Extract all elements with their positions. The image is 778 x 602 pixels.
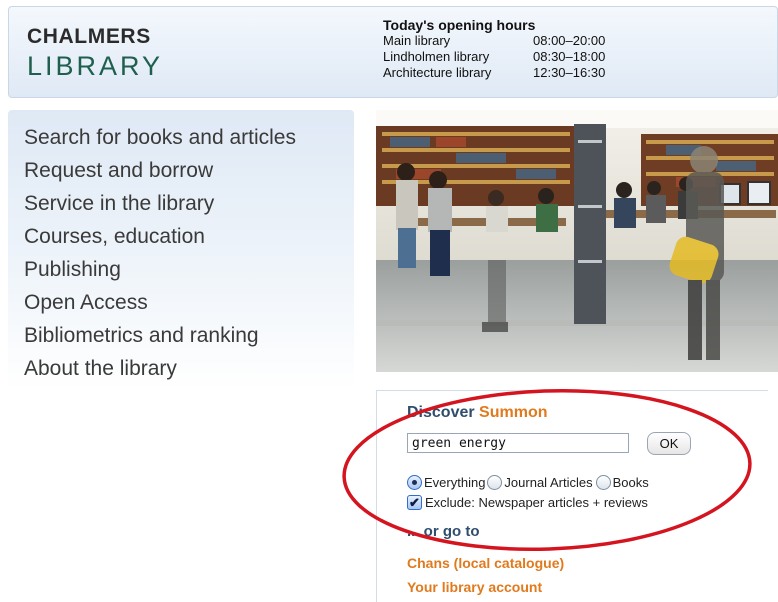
nav-item-search[interactable]: Search for books and articles [24, 126, 296, 150]
radio-everything[interactable] [407, 475, 422, 490]
exclude-checkbox[interactable]: ✔ [407, 495, 422, 510]
hours-time: 12:30–16:30 [533, 65, 606, 80]
link-library-account[interactable]: Your library account [407, 579, 542, 595]
radio-books[interactable] [595, 475, 611, 490]
site-header: CHALMERS LIBRARY Today's opening hours M… [8, 6, 778, 98]
library-photo-graphic [376, 110, 778, 372]
nav-item-bibliometrics[interactable]: Bibliometrics and ranking [24, 324, 259, 348]
exclude-row: ✔ Exclude: Newspaper articles + reviews [407, 495, 648, 510]
hours-time: 08:00–20:00 [533, 33, 606, 48]
search-scope-options: Everything Journal Articles Books [407, 475, 649, 490]
or-go-to-heading: ... or go to [407, 523, 480, 540]
hours-location: Main library [383, 33, 451, 48]
nav-item-publishing[interactable]: Publishing [24, 258, 121, 282]
opening-hours: Today's opening hours Main library 08:00… [383, 17, 605, 81]
exclude-label: Exclude: Newspaper articles + reviews [425, 495, 648, 510]
summon-brand: Summon [479, 404, 548, 421]
hours-time: 08:30–18:00 [533, 49, 606, 64]
nav-item-courses[interactable]: Courses, education [24, 225, 205, 249]
logo-library[interactable]: LIBRARY [27, 51, 163, 82]
discover-label: Discover [407, 404, 475, 421]
nav-item-service[interactable]: Service in the library [24, 192, 214, 216]
search-panel: Discover Summon OK Everything Journal Ar… [376, 390, 768, 602]
discover-heading: Discover Summon [407, 404, 548, 422]
hours-row: Main library 08:00–20:00 [383, 33, 605, 49]
hours-row: Architecture library 12:30–16:30 [383, 65, 605, 81]
radio-journal-articles[interactable] [487, 475, 503, 490]
nav-item-about[interactable]: About the library [24, 357, 177, 381]
hours-row: Lindholmen library 08:30–18:00 [383, 49, 605, 65]
library-photo [376, 110, 778, 372]
nav-item-request-borrow[interactable]: Request and borrow [24, 159, 213, 183]
ok-button[interactable]: OK [647, 432, 691, 455]
radio-journal-articles-label: Journal Articles [504, 475, 593, 490]
search-input[interactable] [407, 433, 629, 453]
hours-location: Lindholmen library [383, 49, 490, 64]
opening-hours-title: Today's opening hours [383, 17, 536, 33]
radio-everything-label: Everything [424, 475, 486, 490]
nav-item-open-access[interactable]: Open Access [24, 291, 148, 315]
link-chans-catalogue[interactable]: Chans (local catalogue) [407, 555, 564, 571]
logo-chalmers[interactable]: CHALMERS [27, 25, 151, 49]
radio-books-label: Books [612, 475, 649, 490]
hours-location: Architecture library [383, 65, 492, 80]
main-navigation: Search for books and articles Request an… [8, 110, 354, 390]
